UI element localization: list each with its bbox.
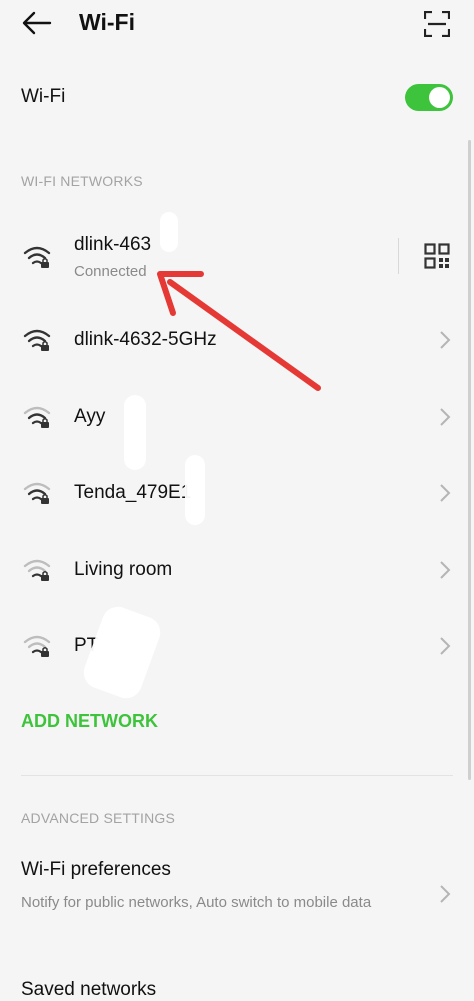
wifi-lock-icon bbox=[23, 482, 51, 504]
saved-networks-item[interactable]: Saved networks bbox=[21, 979, 156, 1001]
wifi-lock-icon bbox=[23, 635, 51, 657]
wifi-toggle-switch[interactable] bbox=[405, 84, 453, 111]
qr-scan-icon bbox=[424, 11, 450, 37]
network-name: Living room bbox=[74, 559, 173, 580]
qr-code-icon[interactable] bbox=[424, 243, 450, 269]
chevron-right-icon bbox=[440, 637, 451, 655]
section-divider bbox=[21, 775, 453, 776]
chevron-right-icon bbox=[440, 408, 451, 426]
divider bbox=[398, 238, 399, 274]
network-name: dlink-4632-5GHz bbox=[74, 329, 217, 350]
network-item-ayy[interactable]: Ayy bbox=[0, 382, 474, 452]
scrollbar[interactable] bbox=[468, 140, 471, 780]
network-name: dlink-463 bbox=[74, 234, 152, 255]
chevron-right-icon bbox=[440, 885, 451, 903]
network-item-pt[interactable]: PT bbox=[0, 611, 474, 681]
network-item-dlink-463[interactable]: dlink-463 Connected bbox=[0, 222, 474, 292]
network-item-tenda-479e1[interactable]: Tenda_479E1 bbox=[0, 458, 474, 528]
page-title: Wi-Fi bbox=[79, 9, 135, 35]
wifi-lock-icon bbox=[23, 406, 51, 428]
wifi-lock-icon bbox=[23, 329, 51, 351]
redaction-mark bbox=[160, 212, 178, 252]
redaction-mark bbox=[124, 395, 146, 470]
wifi-lock-icon bbox=[23, 559, 51, 581]
network-name: Tenda_479E1 bbox=[74, 482, 192, 503]
network-item-living-room[interactable]: Living room bbox=[0, 535, 474, 605]
wifi-preferences-title: Wi-Fi preferences bbox=[21, 859, 171, 880]
qr-scan-button[interactable] bbox=[420, 8, 454, 40]
wifi-preferences-item[interactable]: Wi-Fi preferences Notify for public netw… bbox=[0, 848, 474, 938]
back-button[interactable] bbox=[20, 8, 54, 38]
chevron-right-icon bbox=[440, 331, 451, 349]
network-item-dlink-4632-5ghz[interactable]: dlink-4632-5GHz bbox=[0, 305, 474, 375]
redaction-mark bbox=[185, 455, 205, 525]
add-network-button[interactable]: ADD NETWORK bbox=[21, 711, 158, 732]
toggle-knob bbox=[429, 87, 450, 108]
wifi-toggle-label: Wi-Fi bbox=[21, 86, 66, 107]
wifi-lock-icon bbox=[23, 246, 51, 268]
network-name: Ayy bbox=[74, 406, 106, 427]
arrow-left-icon bbox=[22, 11, 52, 35]
top-app-bar: Wi-Fi bbox=[0, 0, 474, 48]
network-status: Connected bbox=[74, 263, 147, 280]
chevron-right-icon bbox=[440, 484, 451, 502]
chevron-right-icon bbox=[440, 561, 451, 579]
networks-section-header: WI-FI NETWORKS bbox=[21, 173, 143, 189]
wifi-toggle-row[interactable]: Wi-Fi bbox=[0, 74, 474, 122]
wifi-preferences-desc: Notify for public networks, Auto switch … bbox=[21, 894, 372, 911]
advanced-settings-header: ADVANCED SETTINGS bbox=[21, 810, 176, 826]
